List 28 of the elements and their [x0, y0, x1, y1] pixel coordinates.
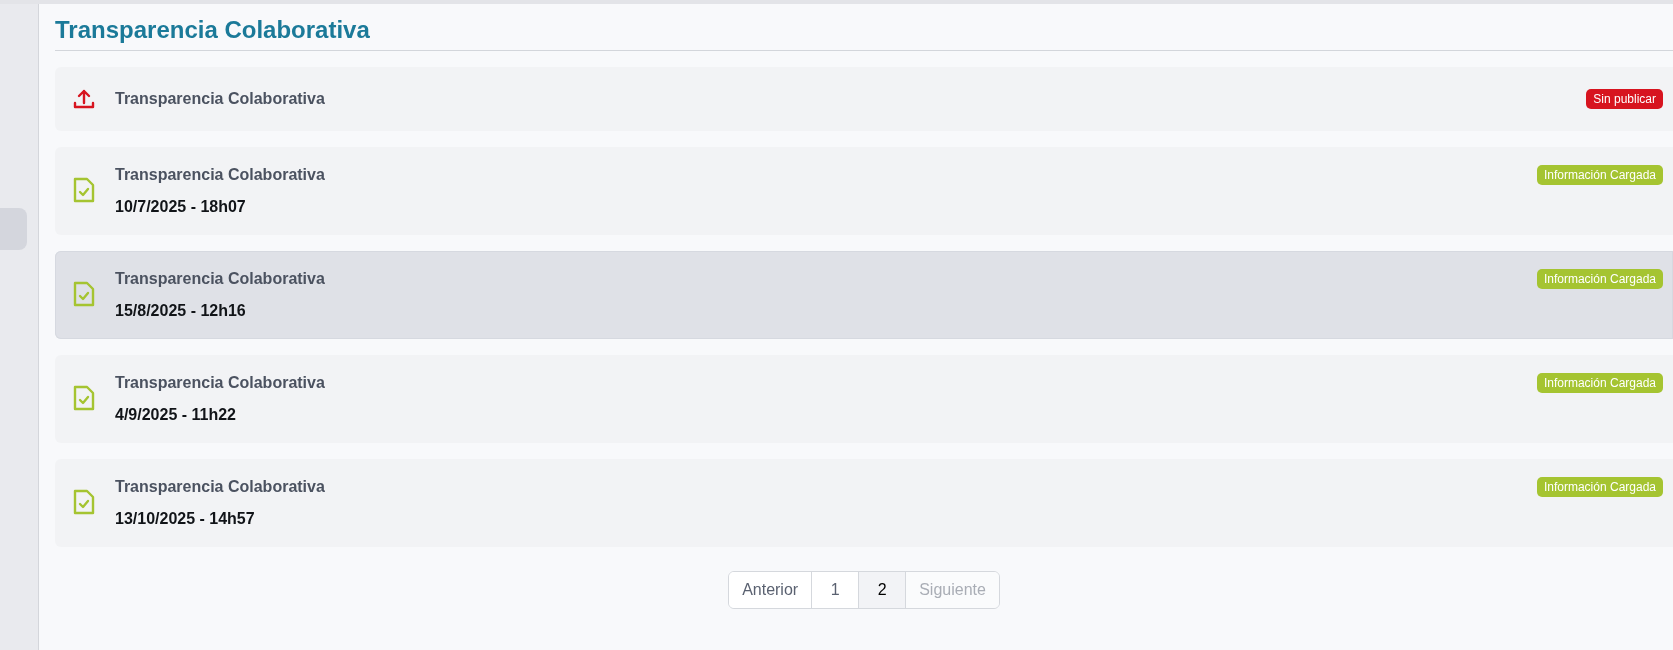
page-button[interactable]: 1	[811, 572, 859, 608]
entry-date: 4/9/2025 - 11h22	[115, 406, 237, 424]
entry-title: Transparencia Colaborativa	[115, 90, 326, 108]
document-check-icon	[73, 177, 95, 203]
status-badge: Información Cargada	[1536, 477, 1663, 497]
entry-card[interactable]: Transparencia Colaborativa 4/9/2025 - 11h22 Información Cargada	[55, 355, 1673, 443]
entry-card[interactable]: Transparencia Colaborativa 10/7/2025 - 18h07 Información Cargada	[55, 147, 1673, 235]
status-badge: Información Cargada	[1536, 373, 1663, 393]
page-button[interactable]: Anterior	[729, 572, 812, 608]
status-badge: Sin publicar	[1586, 89, 1663, 109]
entry-date: 13/10/2025 - 14h57	[115, 510, 256, 528]
entry-title: Transparencia Colaborativa	[115, 270, 326, 288]
entry-card[interactable]: Transparencia Colaborativa 13/10/2025 - 14h57 Información Cargada	[55, 459, 1673, 547]
entry-date: 15/8/2025 - 12h16	[115, 302, 247, 320]
status-badge: Información Cargada	[1536, 165, 1663, 185]
entry-card[interactable]: Transparencia Colaborativa 15/8/2025 - 12h16 Información Cargada	[55, 251, 1673, 339]
document-check-icon	[73, 281, 95, 307]
entry-title: Transparencia Colaborativa	[115, 166, 326, 184]
document-check-icon	[73, 385, 95, 411]
document-check-icon	[73, 489, 95, 515]
entry-title: Transparencia Colaborativa	[115, 374, 326, 392]
page-title: Transparencia Colaborativa	[55, 16, 1673, 51]
status-badge: Información Cargada	[1536, 269, 1663, 289]
entry-title: Transparencia Colaborativa	[115, 478, 326, 496]
entry-card[interactable]: Transparencia Colaborativa Sin publicar	[55, 67, 1673, 131]
page-button[interactable]: 2	[858, 572, 906, 608]
entry-date: 10/7/2025 - 18h07	[115, 198, 247, 216]
upload-icon	[73, 88, 95, 110]
